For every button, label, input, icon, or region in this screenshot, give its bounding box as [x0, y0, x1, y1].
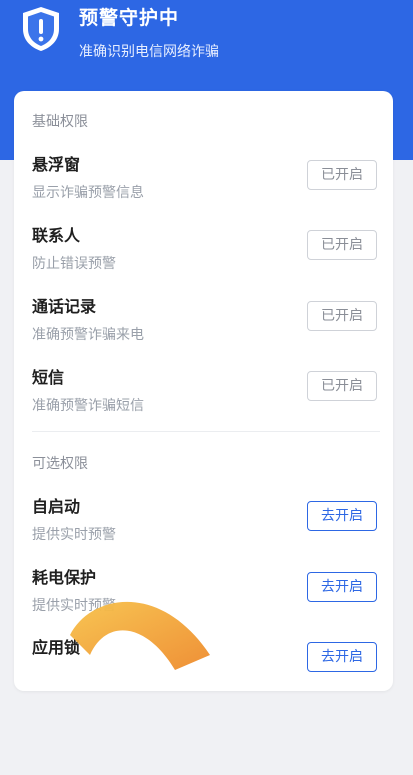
shield-exclamation-icon — [23, 7, 59, 51]
perm-call-log-enabled-button[interactable]: 已开启 — [307, 301, 377, 331]
floating-arc-overlay — [70, 601, 210, 670]
perm-overlay-desc: 显示诈骗预警信息 — [32, 185, 144, 201]
perm-contacts-desc: 防止错误预警 — [32, 256, 116, 272]
perm-sms-desc: 准确预警诈骗短信 — [32, 398, 144, 414]
perm-autostart-enable-button[interactable]: 去开启 — [307, 501, 377, 531]
perm-sms-enabled-button[interactable]: 已开启 — [307, 371, 377, 401]
basic-permissions-heading: 基础权限 — [32, 114, 88, 130]
perm-call-log-desc: 准确预警诈骗来电 — [32, 327, 144, 343]
optional-permissions-heading: 可选权限 — [32, 456, 88, 472]
perm-sms-title: 短信 — [32, 368, 65, 387]
perm-overlay-enabled-button[interactable]: 已开启 — [307, 160, 377, 190]
perm-autostart-title: 自启动 — [32, 497, 81, 516]
perm-app-lock-enable-button[interactable]: 去开启 — [307, 642, 377, 672]
perm-call-log-title: 通话记录 — [32, 297, 97, 316]
perm-overlay-title: 悬浮窗 — [32, 155, 81, 174]
protection-status-subtitle: 准确识别电信网络诈骗 — [79, 44, 219, 60]
protection-status-title: 预警守护中 — [79, 7, 180, 29]
section-divider — [32, 431, 380, 432]
perm-contacts-enabled-button[interactable]: 已开启 — [307, 230, 377, 260]
perm-autostart-desc: 提供实时预警 — [32, 527, 116, 543]
perm-battery-enable-button[interactable]: 去开启 — [307, 572, 377, 602]
perm-contacts-title: 联系人 — [32, 226, 81, 245]
